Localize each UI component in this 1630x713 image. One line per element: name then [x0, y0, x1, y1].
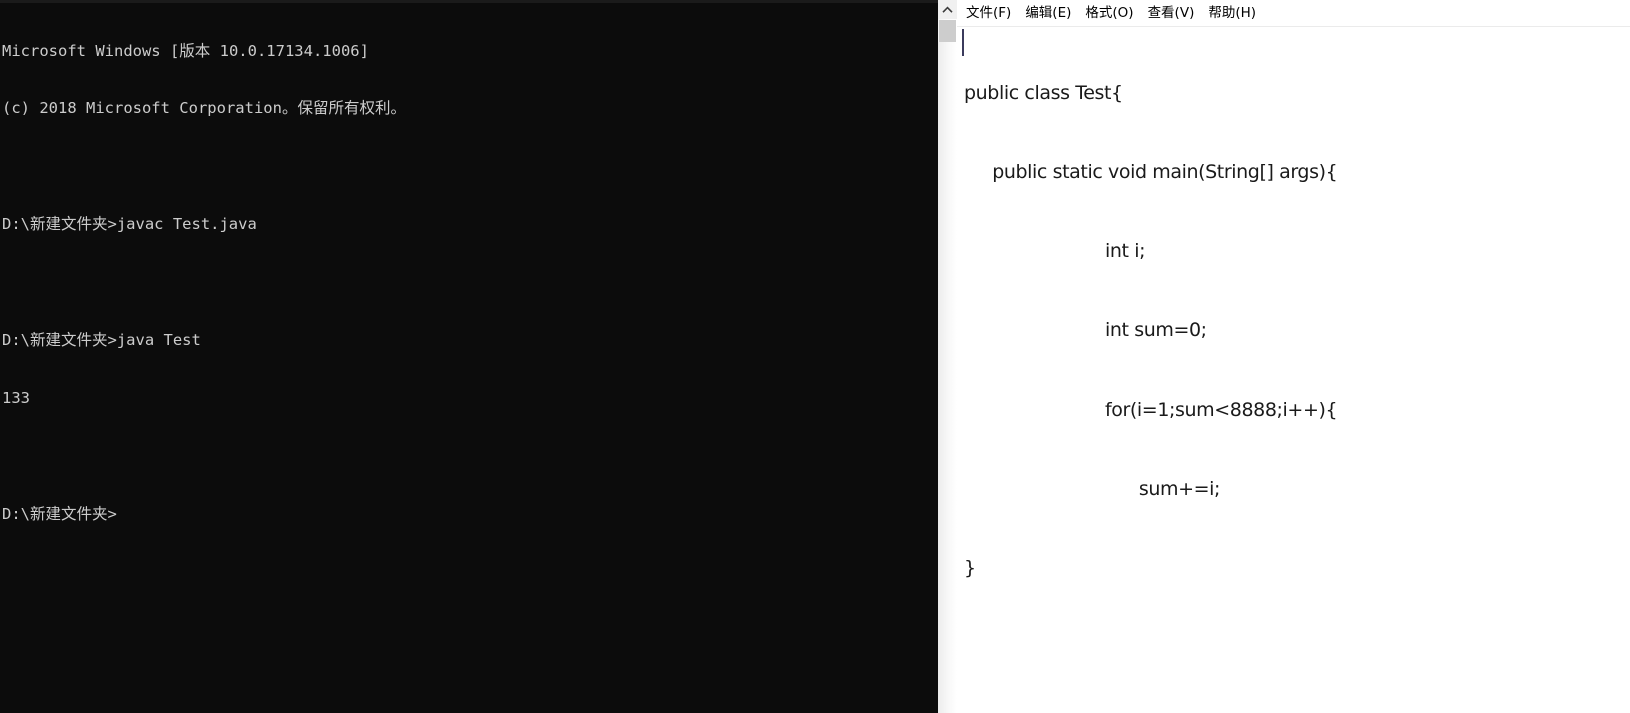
code-line: }: [964, 557, 976, 580]
command-prompt-window[interactable]: Microsoft Windows [版本 10.0.17134.1006] (…: [0, 0, 938, 713]
menu-edit[interactable]: 编辑(E): [1018, 2, 1078, 24]
menu-help[interactable]: 帮助(H): [1201, 2, 1263, 24]
notepad-text-editor[interactable]: public class Test{ public static void ma…: [957, 27, 1630, 713]
scrollbar-thumb[interactable]: [939, 20, 956, 42]
code-line: public class Test{: [964, 81, 1123, 104]
notepad-window[interactable]: 文件(F) 编辑(E) 格式(O) 查看(V) 帮助(H) public cla…: [938, 0, 1630, 713]
console-output: Microsoft Windows [版本 10.0.17134.1006] (…: [2, 3, 902, 563]
code-line: int i;: [964, 240, 1146, 263]
scrollbar-up-arrow-button[interactable]: [938, 0, 957, 19]
vertical-scrollbar[interactable]: [938, 0, 958, 713]
notepad-menu-bar: 文件(F) 编辑(E) 格式(O) 查看(V) 帮助(H): [957, 0, 1630, 26]
desktop-screen: Microsoft Windows [版本 10.0.17134.1006] (…: [0, 0, 1630, 713]
console-line: D:\新建文件夹>java Test: [2, 331, 201, 350]
notepad-body: 文件(F) 编辑(E) 格式(O) 查看(V) 帮助(H) public cla…: [957, 0, 1630, 713]
console-line: D:\新建文件夹>javac Test.java: [2, 215, 257, 234]
console-line: Microsoft Windows [版本 10.0.17134.1006]: [2, 41, 369, 60]
console-line: 133: [2, 388, 30, 407]
chevron-up-icon: [942, 5, 953, 14]
code-line: sum+=i;: [964, 477, 1221, 500]
code-line: int sum=0;: [964, 319, 1207, 342]
notepad-code-content: public class Test{ public static void ma…: [964, 27, 1624, 713]
console-line: D:\新建文件夹>: [2, 504, 117, 523]
menu-view[interactable]: 查看(V): [1141, 2, 1202, 24]
code-line: public static void main(String[] args){: [964, 161, 1338, 184]
console-line: (c) 2018 Microsoft Corporation。保留所有权利。: [2, 99, 406, 118]
menu-format[interactable]: 格式(O): [1078, 2, 1140, 24]
menu-file[interactable]: 文件(F): [959, 2, 1018, 24]
scrollbar-track[interactable]: [938, 42, 957, 713]
code-line: for(i=1;sum<8888;i++){: [964, 398, 1338, 421]
